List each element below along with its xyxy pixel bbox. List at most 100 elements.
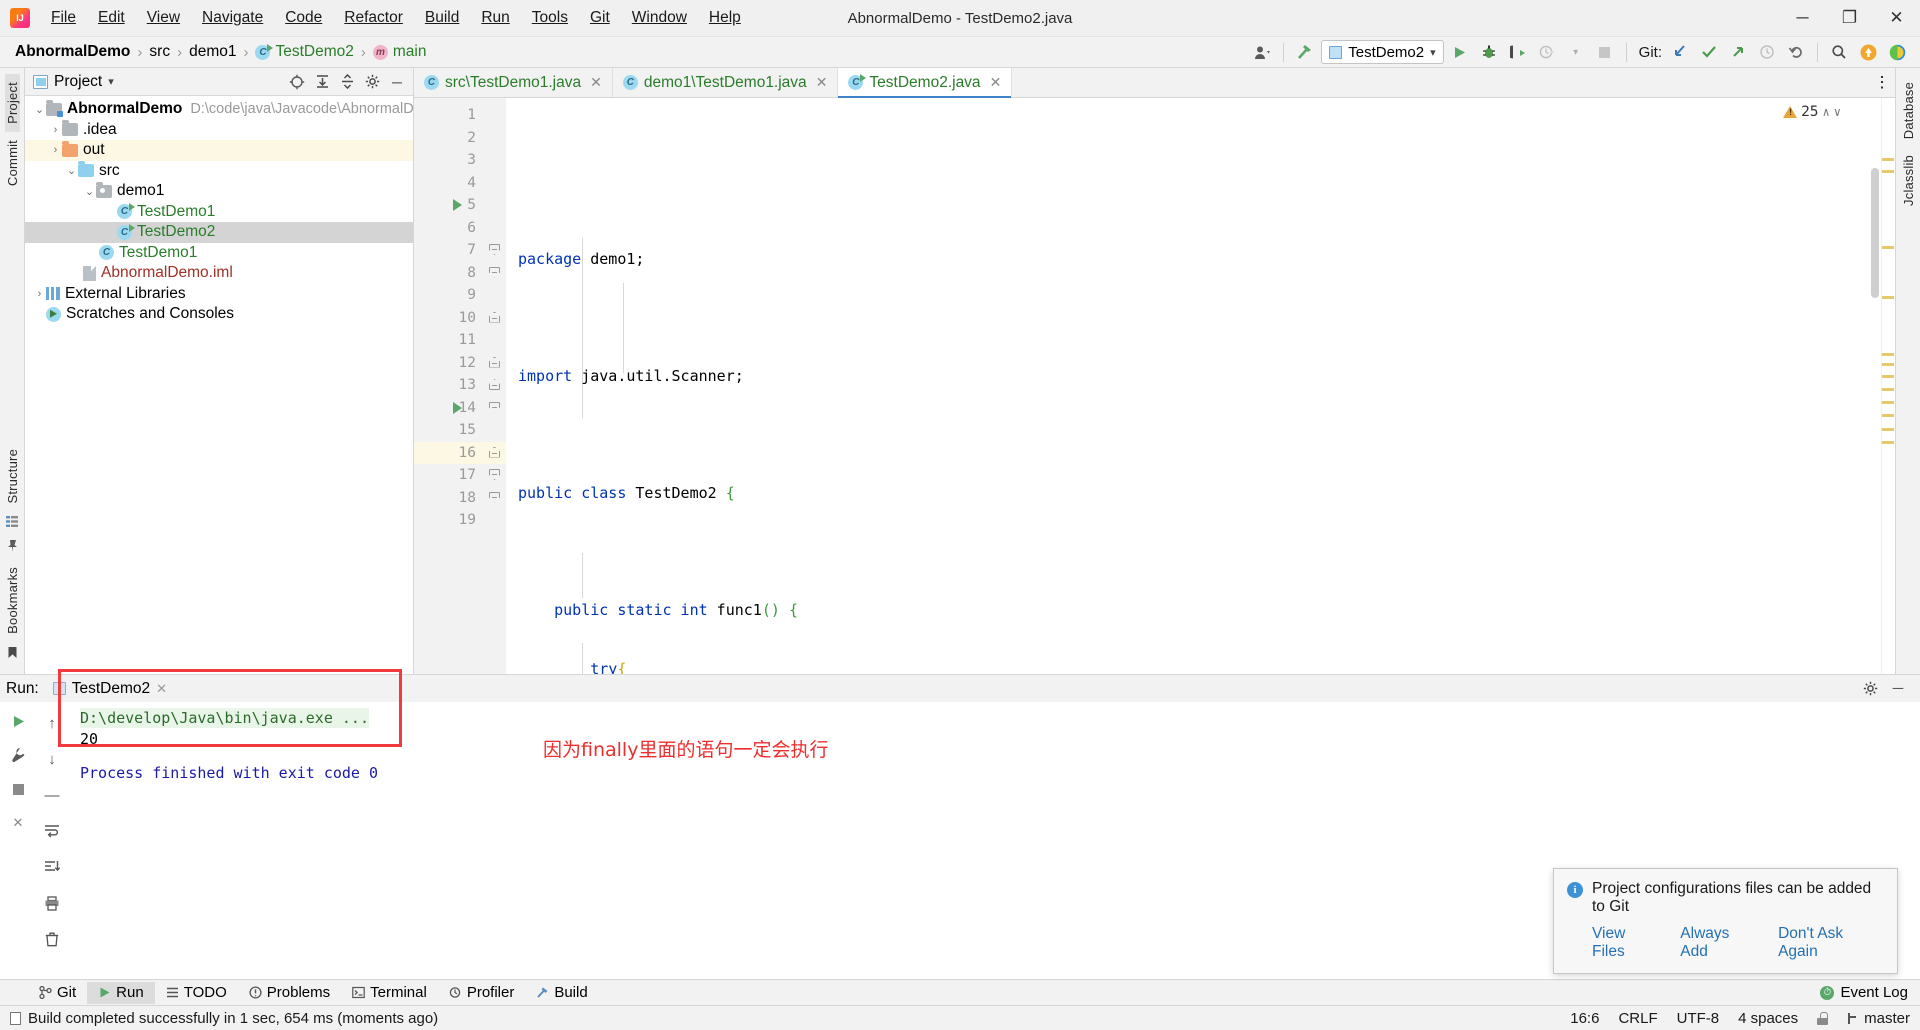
tool-button-profiler[interactable]: Profiler (438, 982, 526, 1004)
chevron-down-icon[interactable]: ⌄ (83, 185, 96, 198)
indent-setting[interactable]: 4 spaces (1738, 1010, 1798, 1027)
scroll-up-button[interactable]: ↑ (40, 712, 64, 734)
close-tab-icon[interactable]: ✕ (590, 74, 602, 91)
editor-marker-rail[interactable] (1881, 98, 1895, 674)
git-update-project-icon[interactable] (1667, 40, 1693, 64)
chevron-down-icon[interactable]: ⌄ (65, 164, 78, 177)
soft-wrap-button[interactable]: — (40, 784, 64, 806)
tool-button-problems[interactable]: Problems (238, 982, 341, 1004)
rerun-button[interactable] (6, 710, 30, 732)
expand-all-icon[interactable] (310, 71, 334, 93)
fold-open-icon[interactable] (489, 491, 500, 503)
project-panel-title-group[interactable]: Project ▾ (29, 73, 114, 91)
dont-ask-again-link[interactable]: Don't Ask Again (1778, 925, 1883, 961)
warning-marker[interactable] (1882, 375, 1894, 378)
ide-update-badge-icon[interactable] (1855, 40, 1881, 64)
close-window-button[interactable]: ✕ (1873, 0, 1920, 36)
read-only-lock-icon[interactable] (1817, 1011, 1829, 1025)
use-soft-wraps-button[interactable] (40, 820, 64, 842)
hide-panel-icon[interactable]: ─ (385, 71, 409, 93)
warning-marker[interactable] (1882, 428, 1894, 431)
git-history-clock-icon[interactable] (1754, 40, 1780, 64)
warning-marker[interactable] (1882, 353, 1894, 356)
fold-close-icon[interactable] (489, 446, 500, 458)
fold-slot-close[interactable] (484, 307, 506, 330)
fold-open-icon[interactable] (489, 244, 500, 255)
collapse-all-icon[interactable] (335, 71, 359, 93)
menu-git[interactable]: Git (579, 4, 621, 32)
inspection-down-icon[interactable]: ∨ (1834, 105, 1841, 119)
fold-slot-open[interactable] (484, 397, 506, 420)
menu-help[interactable]: Help (698, 4, 752, 32)
chevron-right-icon[interactable]: › (49, 144, 62, 156)
profiler-icon[interactable] (1534, 40, 1560, 64)
tree-item-idea[interactable]: › .idea (25, 120, 413, 141)
warning-marker[interactable] (1882, 363, 1894, 366)
clear-all-button[interactable] (40, 928, 64, 950)
scroll-to-end-button[interactable] (40, 856, 64, 878)
print-button[interactable] (40, 892, 64, 914)
run-coverage-icon[interactable] (1505, 40, 1531, 64)
fold-slot-open[interactable] (484, 239, 506, 262)
hide-run-panel-icon[interactable]: ─ (1886, 678, 1910, 700)
debug-bug-icon[interactable] (1476, 40, 1502, 64)
fold-open-icon[interactable] (489, 469, 500, 480)
run-play-icon[interactable] (1447, 40, 1473, 64)
stop-button[interactable] (6, 778, 30, 800)
editor-tab-src-testdemo1[interactable]: C src\TestDemo1.java ✕ (414, 68, 613, 97)
fold-close-icon[interactable] (489, 311, 500, 323)
build-hammer-icon[interactable] (1292, 40, 1318, 64)
rail-button-bookmarks[interactable]: Bookmarks (5, 559, 20, 642)
git-branch-widget[interactable]: master (1847, 1010, 1910, 1027)
breadcrumb-item-method[interactable]: m main (368, 41, 432, 63)
rail-button-structure[interactable]: Structure (5, 441, 20, 512)
tree-item-external-libraries[interactable]: › External Libraries (25, 284, 413, 305)
fold-slot-close[interactable] (484, 441, 506, 464)
tree-item-testdemo2[interactable]: C TestDemo2 (25, 222, 413, 243)
warning-marker[interactable] (1882, 158, 1894, 161)
editor-tab-demo1-testdemo1[interactable]: C demo1\TestDemo1.java ✕ (612, 68, 839, 97)
always-add-link[interactable]: Always Add (1680, 925, 1758, 961)
menu-tools[interactable]: Tools (521, 4, 579, 32)
menu-view[interactable]: View (136, 4, 191, 32)
select-opened-file-icon[interactable] (285, 71, 309, 93)
tool-button-git[interactable]: Git (28, 982, 87, 1004)
editor-vertical-scrollbar[interactable] (1871, 168, 1879, 298)
tree-item-demo1[interactable]: ⌄ demo1 (25, 181, 413, 202)
menu-window[interactable]: Window (621, 4, 698, 32)
fold-slot-open[interactable] (484, 487, 506, 510)
fold-slot-open[interactable] (484, 464, 506, 487)
menu-file[interactable]: File (40, 4, 87, 32)
breadcrumb-item-src[interactable]: src (144, 41, 175, 63)
tool-button-build[interactable]: Build (525, 982, 598, 1004)
git-rollback-icon[interactable] (1783, 40, 1809, 64)
profiler-dropdown-icon[interactable]: ▾ (1563, 40, 1589, 64)
close-tab-icon[interactable]: ✕ (990, 74, 1002, 91)
menu-code[interactable]: Code (274, 4, 333, 32)
tree-item-scratches[interactable]: Scratches and Consoles (25, 304, 413, 325)
event-log-button[interactable]: ⏱ Event Log (1820, 984, 1920, 1001)
fold-slot-open[interactable] (484, 262, 506, 285)
rail-button-jclasslib[interactable]: Jclasslib (1901, 147, 1916, 214)
menu-run[interactable]: Run (470, 4, 520, 32)
feature-trainer-icon[interactable] (1884, 40, 1910, 64)
chevron-right-icon[interactable]: › (33, 288, 46, 300)
code-editor[interactable]: 1 2 3 4 5 6 7 8 9 10 11 12 13 14 15 16 1 (414, 98, 1895, 674)
warning-marker[interactable] (1882, 246, 1894, 249)
warning-marker[interactable] (1882, 388, 1894, 391)
breadcrumb-item-demo1[interactable]: demo1 (184, 41, 241, 63)
tree-item-src[interactable]: ⌄ src (25, 161, 413, 182)
fold-slot-close[interactable] (484, 374, 506, 397)
tool-button-todo[interactable]: TODO (155, 982, 238, 1004)
rail-button-database[interactable]: Database (1901, 74, 1916, 147)
editor-tab-testdemo2[interactable]: C TestDemo2.java ✕ (838, 68, 1013, 98)
warning-marker[interactable] (1882, 414, 1894, 417)
minimize-button[interactable]: ─ (1779, 0, 1826, 36)
breadcrumb-item-class[interactable]: C TestDemo2 (250, 41, 358, 63)
tree-item-out[interactable]: › out (25, 140, 413, 161)
warning-marker[interactable] (1882, 401, 1894, 404)
fold-close-icon[interactable] (489, 379, 500, 390)
stop-icon[interactable] (1592, 40, 1618, 64)
edit-configurations-button[interactable] (6, 744, 30, 766)
menu-edit[interactable]: Edit (87, 4, 136, 32)
